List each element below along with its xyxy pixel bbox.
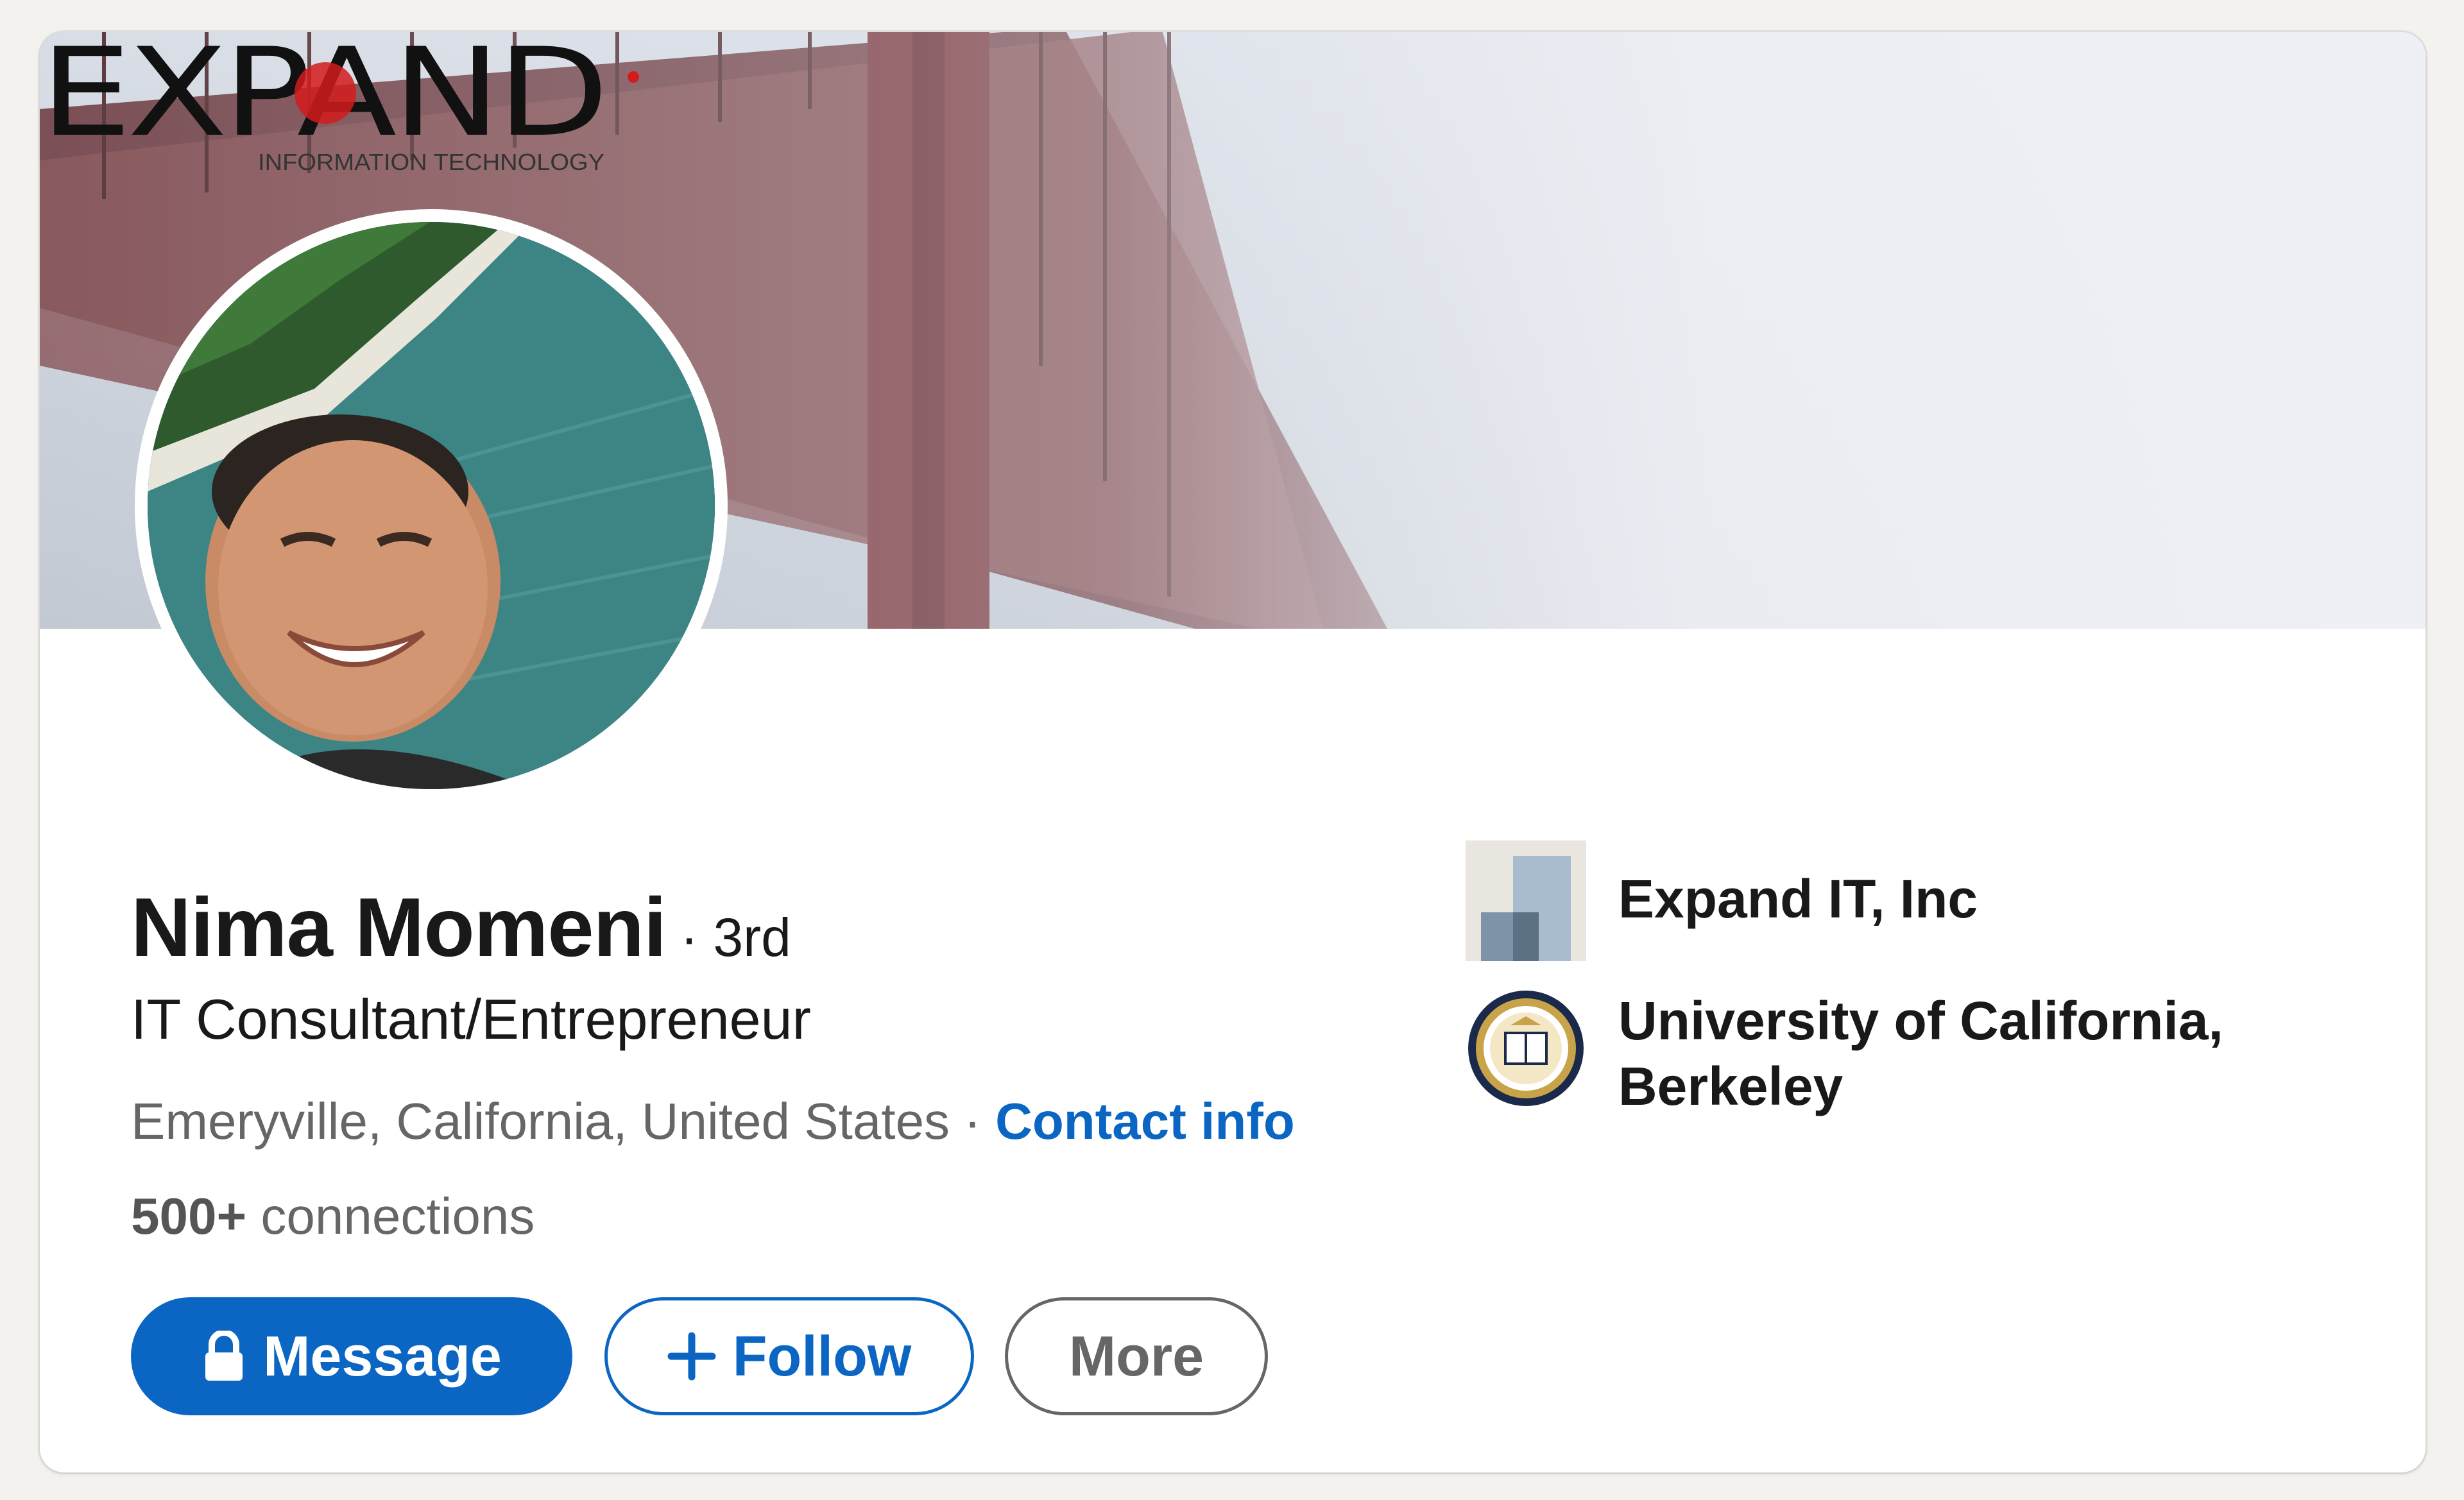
lock-icon [201, 1331, 246, 1382]
company-name: Expand IT, Inc [1618, 869, 1978, 929]
contact-info-link[interactable]: Contact info [995, 1093, 1295, 1150]
more-button[interactable]: More [1005, 1297, 1268, 1415]
profile-headline: IT Consultant/Entrepreneur [131, 987, 811, 1051]
message-label: Message [263, 1324, 502, 1388]
profile-photo[interactable] [135, 209, 728, 802]
message-button[interactable]: Message [131, 1297, 572, 1415]
follow-button[interactable]: Follow [604, 1297, 974, 1415]
education-school[interactable]: University of California, Berkeley [1466, 988, 2324, 1119]
location-row: Emeryville, California, United States · … [131, 1092, 1295, 1151]
current-company[interactable]: Expand IT, Inc [1466, 840, 2324, 961]
connection-degree: · 3rd [680, 907, 791, 967]
svg-text:INFORMATION TECHNOLOGY: INFORMATION TECHNOLOGY [258, 149, 604, 175]
school-name: University of California, Berkeley [1618, 991, 2223, 1116]
connections-label: connections [246, 1188, 535, 1245]
connections-number: 500+ [131, 1188, 247, 1245]
profile-name: Nima Momeni [131, 880, 667, 974]
profile-photo-image [148, 222, 715, 789]
separator: · [950, 1093, 996, 1150]
more-label: More [1068, 1324, 1204, 1388]
expand-it-logo: EXPAND INFORMATION TECHNOLOGY [40, 32, 639, 175]
name-row: Nima Momeni · 3rd [131, 879, 791, 975]
follow-label: Follow [732, 1324, 912, 1388]
profile-location: Emeryville, California, United States [131, 1093, 950, 1150]
connections-count[interactable]: 500+ connections [131, 1187, 535, 1246]
uc-berkeley-seal-icon [1468, 991, 1584, 1106]
company-logo-icon [1466, 840, 1586, 961]
plus-icon [667, 1332, 716, 1381]
profile-card: EXPAND INFORMATION TECHNOLOGY [40, 32, 2426, 1472]
